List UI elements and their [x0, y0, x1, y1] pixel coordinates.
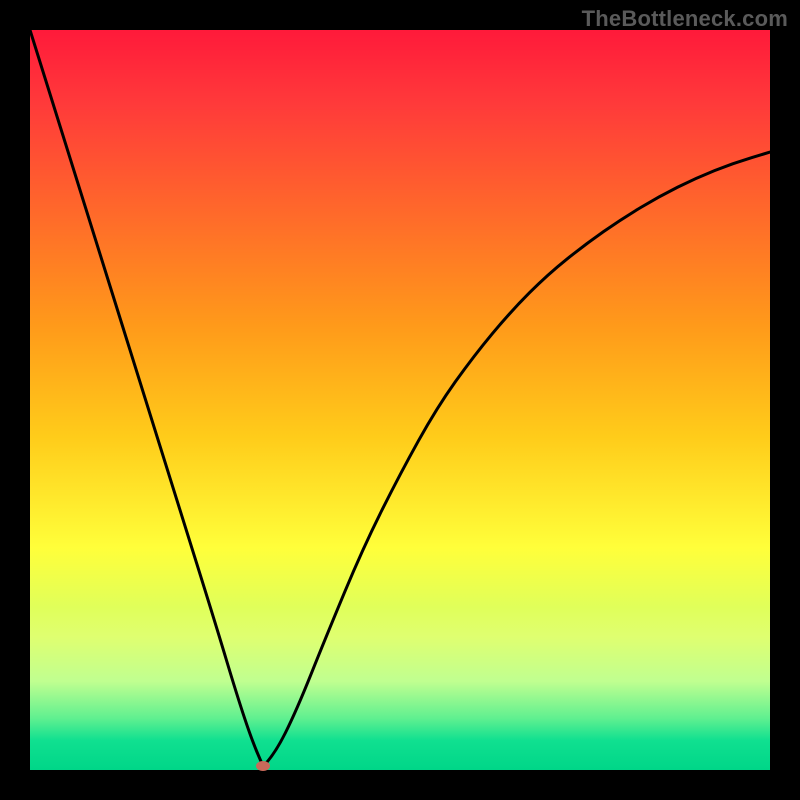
min-marker [256, 761, 270, 771]
bottleneck-curve [30, 30, 770, 770]
watermark-text: TheBottleneck.com [582, 6, 788, 32]
chart-container: TheBottleneck.com [0, 0, 800, 800]
plot-area [30, 30, 770, 770]
